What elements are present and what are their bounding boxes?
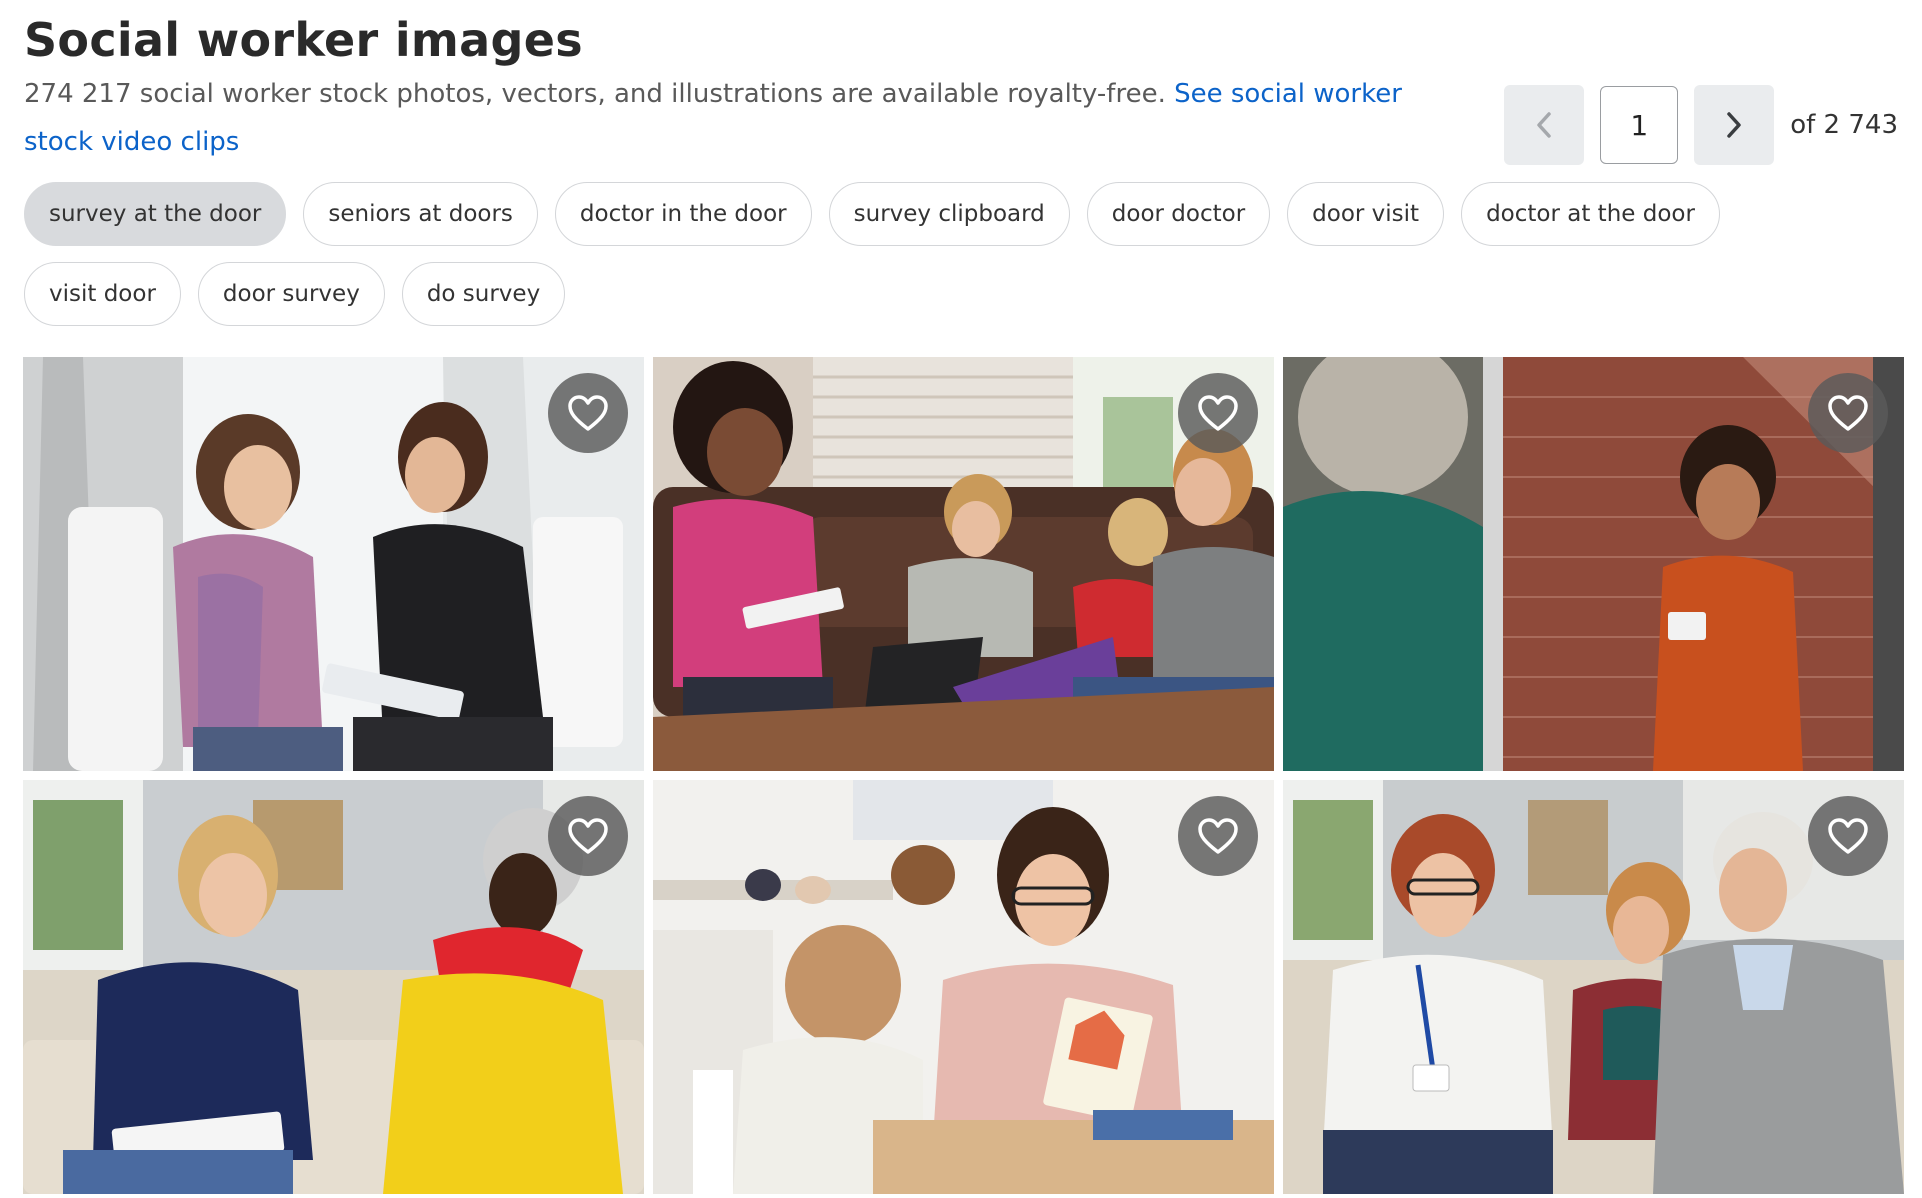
chip-door-visit[interactable]: door visit (1287, 182, 1445, 246)
favorite-button[interactable] (548, 373, 628, 453)
page-title: Social worker images (24, 13, 583, 67)
heart-outline-icon (1828, 818, 1868, 854)
image-results-grid (23, 357, 1905, 1194)
heart-outline-icon (1198, 818, 1238, 854)
chip-do-survey[interactable]: do survey (401, 262, 566, 326)
search-results-page: Social worker images 274 217 social work… (0, 0, 1922, 1198)
results-count-text: 274 217 social worker stock photos, vect… (24, 79, 1166, 109)
favorite-button[interactable] (1808, 796, 1888, 876)
previous-page-button[interactable] (1504, 85, 1585, 165)
page-number-input[interactable] (1600, 86, 1679, 164)
chip-door-survey[interactable]: door survey (197, 262, 385, 326)
results-description: 274 217 social worker stock photos, vect… (24, 70, 1464, 166)
next-page-button[interactable] (1694, 85, 1775, 165)
favorite-button[interactable] (1808, 373, 1888, 453)
related-searches: survey at the door seniors at doors doct… (24, 182, 1804, 326)
heart-outline-icon (1828, 395, 1868, 431)
chip-doctor-at-the-door[interactable]: doctor at the door (1461, 182, 1720, 246)
chevron-left-icon (1537, 112, 1551, 138)
image-result-4[interactable] (23, 780, 644, 1194)
chip-survey-at-the-door[interactable]: survey at the door (24, 182, 287, 246)
heart-outline-icon (1198, 395, 1238, 431)
image-result-1[interactable] (23, 357, 644, 771)
pagination: of 2 743 (1504, 85, 1898, 165)
favorite-button[interactable] (548, 796, 628, 876)
chevron-right-icon (1727, 112, 1741, 138)
favorite-button[interactable] (1178, 796, 1258, 876)
image-result-2[interactable] (653, 357, 1274, 771)
chip-visit-door[interactable]: visit door (24, 262, 181, 326)
chip-doctor-in-the-door[interactable]: doctor in the door (554, 182, 812, 246)
favorite-button[interactable] (1178, 373, 1258, 453)
image-result-5[interactable] (653, 780, 1274, 1194)
image-result-3[interactable] (1283, 357, 1904, 771)
image-result-6[interactable] (1283, 780, 1904, 1194)
chip-seniors-at-doors[interactable]: seniors at doors (303, 182, 538, 246)
heart-outline-icon (568, 818, 608, 854)
heart-outline-icon (568, 395, 608, 431)
total-pages-label: of 2 743 (1790, 110, 1898, 140)
chip-survey-clipboard[interactable]: survey clipboard (828, 182, 1070, 246)
chip-door-doctor[interactable]: door doctor (1086, 182, 1271, 246)
